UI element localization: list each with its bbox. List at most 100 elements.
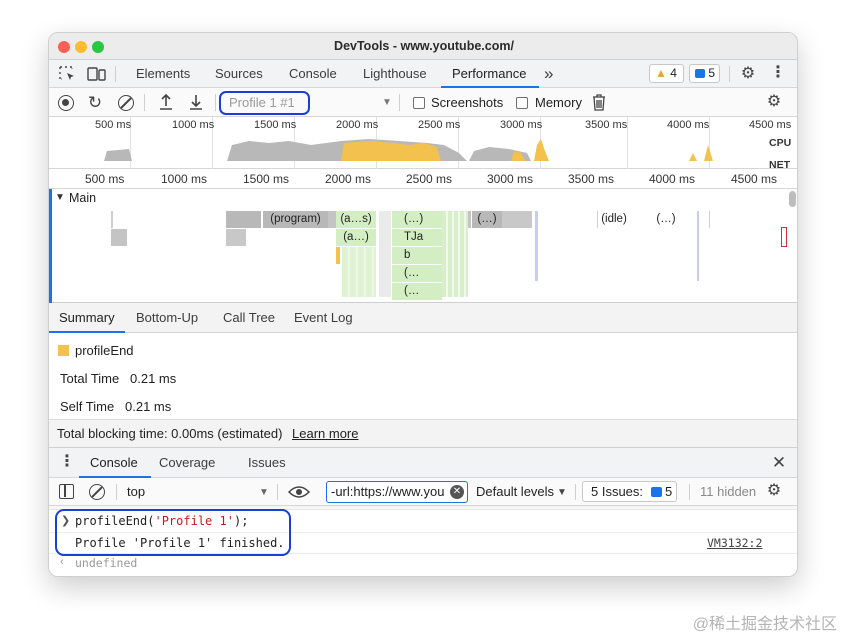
flame-slice[interactable]: (…: [392, 265, 442, 282]
issues-label: 5 Issues:: [591, 484, 644, 499]
total-blocking-time-footer: Total blocking time: 0.00ms (estimated) …: [49, 419, 797, 448]
timeline-overview[interactable]: 500 ms 1000 ms 1500 ms 2000 ms 2500 ms 3…: [49, 117, 797, 171]
clear-button[interactable]: [118, 95, 134, 111]
flame-slice[interactable]: (…): [654, 211, 678, 228]
profile-select[interactable]: Profile 1 #1: [219, 91, 310, 115]
track-expand-icon[interactable]: ▼: [55, 192, 65, 203]
context-selector[interactable]: top: [127, 484, 145, 499]
console-settings-gear-icon[interactable]: ⚙: [765, 483, 783, 499]
self-time-label: Self Time: [60, 399, 115, 414]
flame-slice[interactable]: (a…s): [336, 211, 376, 228]
issues-message-icon: [651, 487, 662, 497]
drawer-tab-coverage[interactable]: Coverage: [159, 448, 215, 478]
context-chevron-down-icon[interactable]: ▼: [259, 487, 269, 498]
clear-filter-icon[interactable]: ✕: [450, 485, 464, 499]
title-bar: DevTools - www.youtube.com/: [49, 33, 797, 60]
flame-slice[interactable]: [535, 211, 538, 281]
flame-slice[interactable]: [328, 211, 336, 228]
levels-chevron-down-icon[interactable]: ▼: [557, 487, 567, 498]
memory-checkbox[interactable]: [516, 97, 528, 109]
issues-button[interactable]: 5 Issues: 5: [582, 481, 677, 502]
tab-lighthouse[interactable]: Lighthouse: [363, 60, 427, 88]
flame-slice[interactable]: [226, 229, 246, 246]
messages-count: 5: [708, 66, 716, 80]
console-sidebar-icon[interactable]: [59, 484, 74, 499]
sidebar-divider: [64, 485, 66, 497]
ruler-tick: 1500 ms: [243, 172, 290, 186]
event-color-swatch: [58, 345, 69, 356]
settings-gear-icon[interactable]: ⚙: [739, 66, 757, 82]
flame-slice-idle[interactable]: (idle): [598, 211, 630, 228]
flame-scrollbar[interactable]: [789, 191, 796, 207]
flame-slice[interactable]: (…: [392, 283, 442, 300]
console-filter-input[interactable]: -url:https://www.you: [326, 481, 468, 503]
log-levels-select[interactable]: Default levels: [476, 484, 554, 499]
source-link[interactable]: VM3132:2: [707, 536, 762, 550]
message-icon: [695, 69, 705, 78]
overview-tick: 2500 ms: [418, 119, 461, 131]
close-drawer-icon[interactable]: ✕: [771, 454, 787, 471]
tab-performance[interactable]: Performance: [452, 60, 526, 88]
save-profile-icon[interactable]: [187, 93, 205, 114]
device-toolbar-icon[interactable]: [86, 66, 106, 85]
inspect-element-icon[interactable]: [58, 66, 76, 85]
hidden-messages-count: 11 hidden: [700, 484, 757, 499]
flame-slice[interactable]: [111, 211, 113, 228]
more-tabs-icon[interactable]: »: [544, 60, 553, 88]
main-thread-flame-chart[interactable]: ▼ Main (program) (a…s) (a…) (…) TJa b (……: [49, 189, 797, 303]
tab-summary[interactable]: Summary: [59, 303, 115, 333]
flame-slice[interactable]: TJa: [392, 229, 442, 246]
console-highlight-box: [55, 509, 291, 556]
ruler-tick: 2500 ms: [406, 172, 453, 186]
flame-slice[interactable]: [226, 211, 261, 228]
flame-slice[interactable]: [468, 211, 471, 228]
chevron-down-icon[interactable]: ▼: [382, 97, 392, 108]
drawer-tab-console[interactable]: Console: [90, 448, 138, 478]
more-options-icon[interactable]: ⋮: [769, 65, 787, 81]
drawer-tab-issues[interactable]: Issues: [248, 448, 286, 478]
tab-console[interactable]: Console: [289, 60, 337, 88]
ruler-tick: 500 ms: [85, 172, 125, 186]
tab-event-log[interactable]: Event Log: [294, 303, 353, 333]
flame-slice[interactable]: [502, 211, 532, 228]
flame-slice-group[interactable]: [342, 247, 376, 297]
collect-garbage-icon[interactable]: [591, 94, 607, 114]
flame-slice-profile-end[interactable]: [336, 247, 340, 264]
reload-profile-icon[interactable]: ↻: [86, 94, 104, 111]
flame-slice-program[interactable]: (program): [263, 211, 328, 228]
flame-slice[interactable]: b: [392, 247, 442, 264]
messages-badge[interactable]: 5: [689, 64, 720, 83]
issues-count: 5: [665, 484, 673, 499]
warnings-badge[interactable]: ▲ 4: [649, 64, 684, 83]
flame-slice[interactable]: [709, 211, 710, 228]
capture-settings-gear-icon[interactable]: ⚙: [765, 94, 783, 110]
flame-slice[interactable]: (…): [472, 211, 502, 228]
load-profile-icon[interactable]: [157, 93, 175, 114]
flame-slice-group[interactable]: [442, 211, 468, 297]
screenshots-checkbox[interactable]: [413, 97, 425, 109]
console-output[interactable]: ❯ profileEnd('Profile 1'); Profile 'Prof…: [49, 506, 797, 576]
overview-tick: 4500 ms: [749, 119, 792, 131]
memory-label: Memory: [535, 95, 582, 110]
clear-console-button[interactable]: [89, 484, 105, 500]
learn-more-link[interactable]: Learn more: [292, 426, 358, 441]
tab-call-tree[interactable]: Call Tree: [223, 303, 275, 333]
toolbar-separator: [215, 94, 216, 111]
tab-sources[interactable]: Sources: [215, 60, 263, 88]
overview-tick: 4000 ms: [667, 119, 710, 131]
drawer-menu-icon[interactable]: ⋮: [59, 454, 75, 470]
total-blocking-time-text: Total blocking time: 0.00ms (estimated): [57, 426, 283, 441]
tab-elements[interactable]: Elements: [136, 60, 190, 88]
flame-slice[interactable]: [111, 229, 127, 246]
flame-slice[interactable]: (a…): [336, 229, 376, 246]
tab-bottom-up[interactable]: Bottom-Up: [136, 303, 198, 333]
flame-slice[interactable]: [697, 211, 699, 281]
main-toolbar: Elements Sources Console Lighthouse Perf…: [49, 60, 797, 88]
record-button[interactable]: [58, 95, 74, 111]
ruler-tick: 1000 ms: [161, 172, 208, 186]
flame-slice[interactable]: (…): [392, 211, 442, 228]
live-expression-eye-icon[interactable]: [287, 484, 311, 500]
flame-slice[interactable]: [379, 211, 391, 297]
clear-console-icon: [90, 485, 104, 499]
long-task-marker[interactable]: [781, 227, 787, 247]
